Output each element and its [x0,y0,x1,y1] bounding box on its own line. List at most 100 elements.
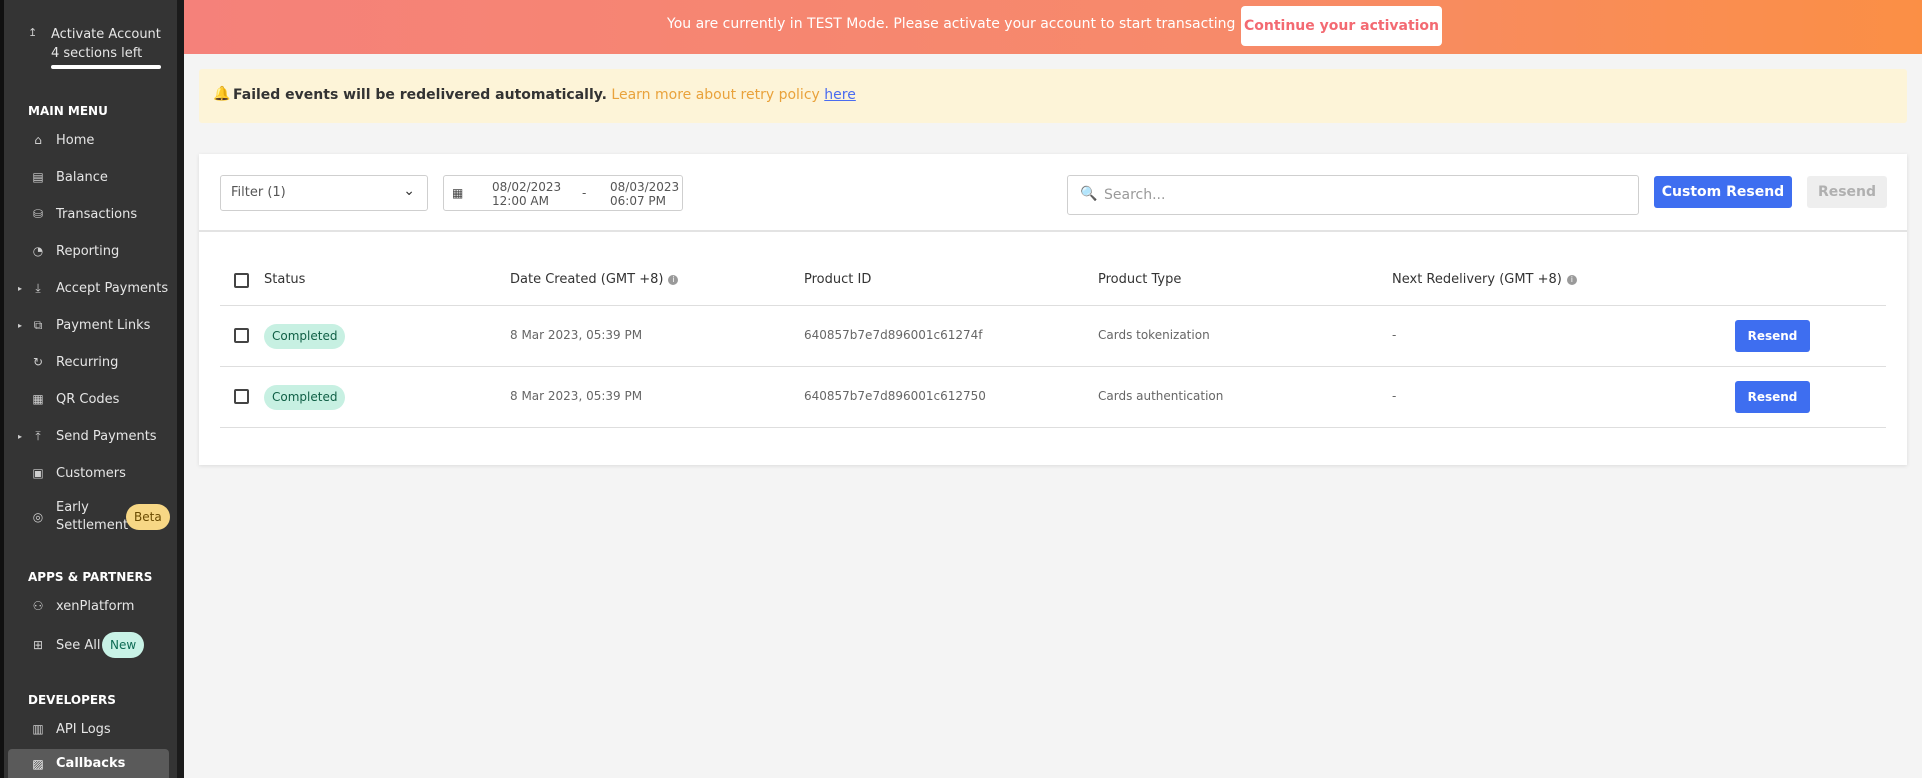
test-mode-banner: You are currently in TEST Mode. Please a… [184,0,1922,54]
callbacks-card: Filter (1) ⌄ ▦ 08/02/2023 12:00 AM - 08/… [199,154,1907,465]
date-from: 08/02/2023 [492,180,562,194]
qr-code-icon: ▦ [32,392,44,406]
sidebar-item-label-line2: Settlement [56,518,129,533]
activate-account-subtitle: 4 sections left [51,46,143,61]
caret-right-icon: ▸ [18,431,23,441]
sidebar-item-reporting[interactable]: ◔ Reporting [8,236,169,266]
sidebar-item-label: xenPlatform [56,598,135,614]
chevron-down-icon: ⌄ [403,183,415,199]
filter-dropdown[interactable]: Filter (1) ⌄ [220,175,428,211]
cell-next-redelivery: - [1392,389,1397,403]
row-resend-button[interactable]: Resend [1735,381,1810,413]
status-badge: Completed [264,385,346,410]
date-to: 08/03/2023 [610,180,680,194]
early-settlement-icon: ◎ [32,510,44,524]
table-header: Status Date Created (GMT +8) i Product ID… [220,256,1886,306]
cell-product-type: Cards authentication [1098,389,1224,403]
new-badge: New [102,632,145,658]
retry-policy-link[interactable]: here [824,87,856,103]
column-status: Status [264,272,306,287]
activate-arrow-icon: ↥ [28,26,38,39]
sidebar-item-label: QR Codes [56,391,120,407]
caret-right-icon: ▸ [18,283,23,293]
sidebar-item-label: Customers [56,465,126,481]
table-row: Completed 8 Mar 2023, 05:39 PM 640857b7e… [220,306,1886,367]
sidebar-item-see-all[interactable]: ⊞ See All New [8,630,169,660]
sidebar-item-xenplatform[interactable]: ⚇ xenPlatform [8,591,169,621]
cell-product-type: Cards tokenization [1098,328,1210,342]
test-mode-message: You are currently in TEST Mode. Please a… [667,16,1269,32]
developers-title: DEVELOPERS [28,693,116,707]
continue-activation-button[interactable]: Continue your activation [1241,6,1442,46]
filter-value: Filter (1) [231,185,286,200]
sidebar-item-label: See All [56,637,101,653]
sidebar-item-accept-payments[interactable]: ▸ ⤓ Accept Payments [8,273,169,303]
resend-button[interactable]: Resend [1807,176,1887,208]
sidebar-item-qr-codes[interactable]: ▦ QR Codes [8,384,169,414]
date-range-picker[interactable]: ▦ 08/02/2023 12:00 AM - 08/03/2023 06:07… [443,175,683,211]
sidebar-item-recurring[interactable]: ↻ Recurring [8,347,169,377]
sidebar-item-customers[interactable]: ▣ Customers [8,458,169,488]
row-checkbox[interactable] [234,328,249,343]
notice-bold-text: Failed events will be redelivered automa… [233,87,607,103]
sidebar-item-home[interactable]: ⌂ Home [8,125,169,155]
table-row: Completed 8 Mar 2023, 05:39 PM 640857b7e… [220,367,1886,428]
sidebar-item-payment-links[interactable]: ▸ ⧉ Payment Links [8,310,169,340]
column-next-redelivery-label: Next Redelivery (GMT +8) [1392,272,1562,287]
transactions-icon: ⛁ [32,207,44,221]
column-date-created: Date Created (GMT +8) i [510,272,679,287]
link-icon: ⧉ [33,317,43,332]
sidebar-scrollbar[interactable] [177,0,184,778]
custom-resend-button[interactable]: Custom Resend [1654,176,1792,208]
sidebar-item-label: Payment Links [56,317,151,333]
reporting-icon: ◔ [32,244,44,258]
customers-icon: ▣ [32,466,44,480]
sidebar-item-send-payments[interactable]: ▸ ⤒ Send Payments [8,421,169,451]
cell-product-id: 640857b7e7d896001c612750 [804,389,986,403]
sidebar: ↥ Activate Account 4 sections left MAIN … [4,0,177,778]
caret-right-icon: ▸ [18,320,23,330]
select-all-checkbox[interactable] [234,273,249,288]
sidebar-item-label-line1: Early [56,500,89,515]
accept-payments-icon: ⤓ [35,280,41,295]
cell-date-created: 8 Mar 2023, 05:39 PM [510,328,643,342]
sidebar-item-label: Accept Payments [56,280,169,296]
api-logs-icon: ▥ [32,722,44,736]
balance-icon: ▤ [32,170,44,184]
search-box: 🔍 [1067,175,1639,215]
recurring-icon: ↻ [32,355,44,369]
sidebar-item-api-logs[interactable]: ▥ API Logs [8,714,169,744]
info-icon[interactable]: i [668,274,679,285]
sidebar-item-label: Send Payments [56,428,157,444]
calendar-icon: ▦ [452,186,464,200]
activate-account-title: Activate Account [51,27,161,42]
apps-partners-title: APPS & PARTNERS [28,570,153,584]
sidebar-item-label: Transactions [56,206,138,222]
notice-soft-text: Learn more about retry policy [611,87,820,103]
home-icon: ⌂ [34,133,42,147]
toolbar: Filter (1) ⌄ ▦ 08/02/2023 12:00 AM - 08/… [199,154,1907,232]
cell-next-redelivery: - [1392,328,1397,342]
status-badge: Completed [264,324,346,349]
send-payments-icon: ⤒ [35,428,41,443]
bell-icon: 🔔 [213,86,231,102]
sidebar-item-callbacks[interactable]: ▨ Callbacks [8,749,169,778]
row-checkbox[interactable] [234,389,249,404]
info-icon[interactable]: i [1566,274,1577,285]
callbacks-icon: ▨ [32,756,44,771]
sidebar-item-balance[interactable]: ▤ Balance [8,162,169,192]
sidebar-item-early-settlement[interactable]: ◎ Early Settlement Beta [8,497,170,537]
row-resend-button[interactable]: Resend [1735,320,1810,352]
sidebar-item-label: Home [56,132,95,148]
time-from: 12:00 AM [492,194,549,208]
search-icon: 🔍 [1080,186,1098,202]
sidebar-item-label: Balance [56,169,108,185]
time-to: 06:07 PM [610,194,666,208]
date-separator: - [582,186,587,200]
column-product-id: Product ID [804,272,872,287]
beta-badge: Beta [126,504,170,530]
people-icon: ⚇ [32,599,44,613]
sidebar-item-transactions[interactable]: ⛁ Transactions [8,199,169,229]
search-input[interactable] [1104,184,1624,206]
retry-notice: 🔔 Failed events will be redelivered auto… [199,69,1907,123]
